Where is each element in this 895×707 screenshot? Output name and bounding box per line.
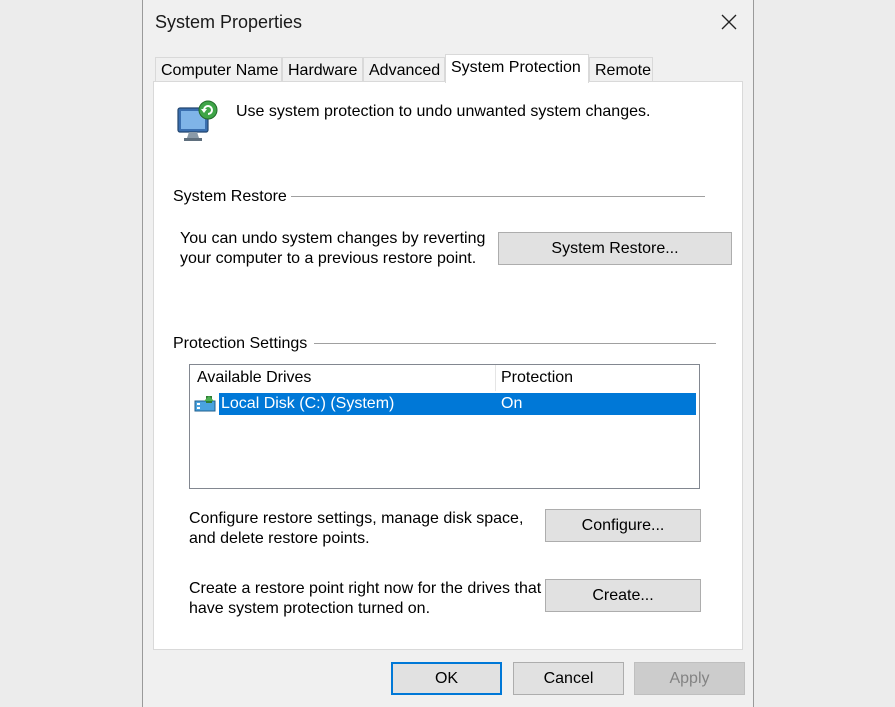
tab-remote[interactable]: Remote bbox=[589, 57, 653, 82]
drives-list-header: Available Drives Protection bbox=[190, 365, 699, 391]
column-separator[interactable] bbox=[495, 365, 496, 391]
tab-computer-name[interactable]: Computer Name bbox=[155, 57, 282, 82]
drives-list[interactable]: Available Drives Protection Local Disk (… bbox=[189, 364, 700, 489]
ok-button[interactable]: OK bbox=[391, 662, 502, 695]
close-icon bbox=[721, 14, 737, 30]
system-restore-description-line1: You can undo system changes by reverting bbox=[180, 230, 486, 247]
close-button[interactable] bbox=[711, 8, 747, 36]
create-description: Create a restore point right now for the… bbox=[189, 579, 541, 619]
system-restore-button[interactable]: System Restore... bbox=[498, 232, 732, 265]
tab-hardware[interactable]: Hardware bbox=[282, 57, 363, 82]
system-restore-group-label: System Restore bbox=[173, 188, 291, 206]
system-properties-dialog: System Properties Computer Name Hardware… bbox=[142, 0, 754, 707]
configure-description-line2: and delete restore points. bbox=[189, 530, 370, 547]
tab-system-protection[interactable]: System Protection bbox=[445, 54, 589, 83]
tab-advanced[interactable]: Advanced bbox=[363, 57, 445, 82]
system-restore-description-line2: your computer to a previous restore poin… bbox=[180, 250, 477, 267]
configure-description: Configure restore settings, manage disk … bbox=[189, 509, 523, 549]
create-description-line1: Create a restore point right now for the… bbox=[189, 580, 542, 597]
system-restore-group-divider bbox=[291, 196, 705, 197]
apply-button: Apply bbox=[634, 662, 745, 695]
window-title: System Properties bbox=[155, 12, 303, 32]
drive-row[interactable]: Local Disk (C:) (System) On bbox=[219, 393, 696, 415]
drive-name: Local Disk (C:) (System) bbox=[221, 395, 395, 412]
intro-text: Use system protection to undo unwanted s… bbox=[236, 103, 651, 120]
cancel-button[interactable]: Cancel bbox=[513, 662, 624, 695]
system-protection-monitor-icon bbox=[177, 100, 218, 141]
configure-button[interactable]: Configure... bbox=[545, 509, 701, 542]
column-header-available-drives[interactable]: Available Drives bbox=[197, 369, 311, 387]
configure-description-line1: Configure restore settings, manage disk … bbox=[189, 510, 524, 527]
protection-settings-group-divider bbox=[314, 343, 716, 344]
tab-panel: Use system protection to undo unwanted s… bbox=[153, 81, 743, 650]
protection-settings-group-label: Protection Settings bbox=[173, 335, 312, 353]
system-restore-description: You can undo system changes by reverting… bbox=[180, 229, 485, 269]
drive-protection-status: On bbox=[501, 395, 523, 412]
create-description-line2: have system protection turned on. bbox=[189, 600, 431, 617]
drive-icon bbox=[194, 396, 216, 412]
create-button[interactable]: Create... bbox=[545, 579, 701, 612]
column-header-protection[interactable]: Protection bbox=[501, 369, 573, 387]
